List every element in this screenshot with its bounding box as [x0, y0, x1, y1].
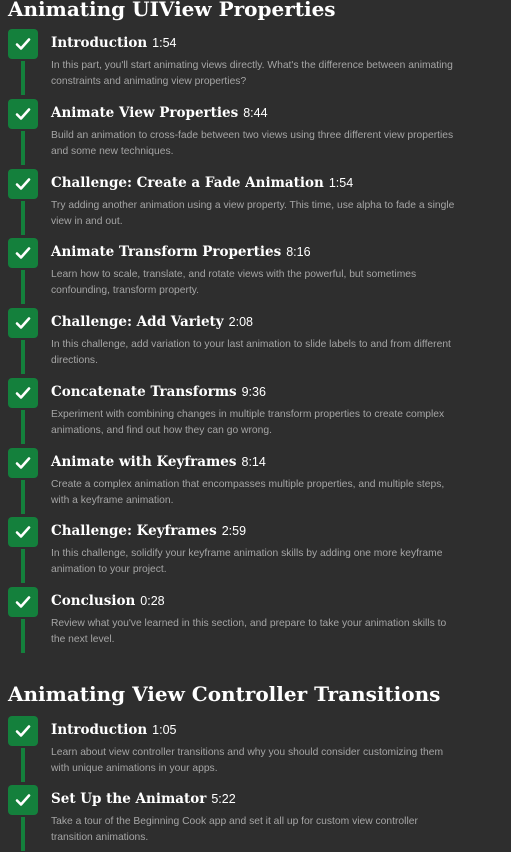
lesson-header[interactable]: Challenge: Keyframes 2:59	[51, 522, 246, 542]
lesson-duration: 0:28	[140, 594, 165, 608]
lesson-item[interactable]: Conclusion 0:28 Review what you've learne…	[0, 587, 511, 657]
completed-checkbox[interactable]	[8, 448, 38, 478]
lesson-description: Build an animation to cross-fade between…	[51, 130, 454, 157]
lesson-title[interactable]: Conclusion	[51, 593, 135, 609]
lesson-duration: 5:22	[211, 792, 236, 806]
lesson-item[interactable]: Introduction 1:05 Learn about view contro…	[0, 716, 511, 786]
completed-checkbox[interactable]	[8, 587, 38, 617]
lesson-header[interactable]: Animate with Keyframes 8:14	[51, 453, 266, 473]
lesson-duration: 8:44	[243, 106, 268, 120]
lesson-item[interactable]: Introduction 1:54 In this part, you'll st…	[0, 29, 511, 99]
lesson-description: Review what you've learned in this secti…	[51, 618, 447, 645]
lesson-description: In this challenge, add variation to your…	[51, 339, 451, 366]
progress-rail	[21, 340, 25, 374]
checkmark-icon	[15, 457, 31, 469]
lesson-title[interactable]: Animate with Keyframes	[51, 454, 237, 470]
lesson-header[interactable]: Introduction 1:05	[51, 721, 177, 741]
lesson-description: Take a tour of the Beginning Cook app an…	[51, 816, 418, 843]
lesson-header[interactable]: Introduction 1:54	[51, 34, 177, 54]
lesson-title[interactable]: Challenge: Keyframes	[51, 523, 217, 539]
progress-rail	[21, 410, 25, 444]
lesson-title[interactable]: Introduction	[51, 35, 147, 51]
completed-checkbox[interactable]	[8, 169, 38, 199]
lesson-header[interactable]: Set Up the Animator 5:22	[51, 790, 236, 810]
lesson-item[interactable]: Animate Transform Properties 8:16 Learn h…	[0, 238, 511, 308]
completed-checkbox[interactable]	[8, 378, 38, 408]
checkmark-icon	[15, 725, 31, 737]
lesson-duration: 2:59	[221, 524, 247, 538]
lesson-item[interactable]: Challenge: Add Variety 2:08 In this chall…	[0, 308, 511, 378]
checkmark-icon	[15, 178, 31, 190]
lesson-title[interactable]: Animate View Properties	[51, 105, 238, 121]
lesson-duration: 1:54	[152, 36, 177, 50]
checkmark-icon	[15, 794, 31, 806]
progress-rail	[21, 817, 25, 851]
progress-rail	[21, 480, 25, 514]
checkmark-icon	[15, 108, 31, 120]
checkmark-icon	[15, 596, 31, 608]
progress-rail	[21, 619, 25, 653]
lesson-title[interactable]: Challenge: Add Variety	[51, 314, 224, 330]
progress-rail	[21, 61, 25, 95]
lesson-description: Learn how to scale, translate, and rotat…	[51, 269, 417, 296]
lesson-header[interactable]: Challenge: Create a Fade Animation 1:54	[51, 174, 353, 194]
lesson-duration: 2:08	[228, 315, 253, 329]
completed-checkbox[interactable]	[8, 308, 38, 338]
lesson-description: Try adding another animation using a vie…	[51, 200, 455, 227]
section-title: Animating View Controller Transitions	[8, 682, 441, 706]
lesson-item[interactable]: Animate with Keyframes 8:14 Create a comp…	[0, 448, 511, 518]
lesson-header[interactable]: Conclusion 0:28	[51, 592, 165, 612]
lesson-duration: 1:54	[328, 176, 354, 190]
lesson-item[interactable]: Challenge: Keyframes 2:59 In this challen…	[0, 517, 511, 587]
progress-rail	[21, 270, 25, 304]
lesson-description: In this part, you'll start animating vie…	[51, 60, 453, 87]
lesson-header[interactable]: Animate View Properties 8:44	[51, 104, 268, 124]
lesson-header[interactable]: Concatenate Transforms 9:36	[51, 383, 266, 403]
completed-checkbox[interactable]	[8, 716, 38, 746]
checkmark-icon	[15, 317, 31, 329]
lesson-description: Experiment with combining changes in mul…	[51, 409, 445, 436]
lesson-title[interactable]: Set Up the Animator	[51, 791, 206, 807]
progress-rail	[21, 549, 25, 583]
lesson-title[interactable]: Introduction	[51, 722, 147, 738]
lesson-title[interactable]: Animate Transform Properties	[51, 244, 281, 260]
lesson-duration: 1:05	[152, 723, 177, 737]
completed-checkbox[interactable]	[8, 785, 38, 815]
lesson-header[interactable]: Animate Transform Properties 8:16	[51, 243, 311, 263]
completed-checkbox[interactable]	[8, 517, 38, 547]
checkmark-icon	[15, 526, 31, 538]
progress-rail	[21, 748, 25, 782]
lesson-duration: 9:36	[241, 385, 266, 399]
lesson-item[interactable]: Animate View Properties 8:44 Build an ani…	[0, 99, 511, 169]
lesson-description: Learn about view controller transitions …	[51, 747, 444, 774]
checkmark-icon	[15, 247, 31, 259]
lesson-title[interactable]: Concatenate Transforms	[51, 384, 237, 400]
lesson-title[interactable]: Challenge: Create a Fade Animation	[51, 175, 324, 191]
lesson-item[interactable]: Set Up the Animator 5:22 Take a tour of t…	[0, 785, 511, 852]
completed-checkbox[interactable]	[8, 29, 38, 59]
section-title: Animating UIView Properties	[8, 0, 336, 21]
lesson-description: In this challenge, solidify your keyfram…	[51, 548, 443, 575]
lesson-item[interactable]: Challenge: Create a Fade Animation 1:54 T…	[0, 169, 511, 239]
lesson-header[interactable]: Challenge: Add Variety 2:08	[51, 313, 253, 333]
completed-checkbox[interactable]	[8, 99, 38, 129]
completed-checkbox[interactable]	[8, 238, 38, 268]
lesson-duration: 8:16	[286, 245, 311, 259]
progress-rail	[21, 131, 25, 165]
lesson-item[interactable]: Concatenate Transforms 9:36 Experiment wi…	[0, 378, 511, 448]
lesson-description: Create a complex animation that encompas…	[51, 479, 445, 506]
lesson-duration: 8:14	[241, 455, 266, 469]
progress-rail	[21, 201, 25, 235]
checkmark-icon	[15, 387, 31, 399]
checkmark-icon	[15, 38, 31, 50]
